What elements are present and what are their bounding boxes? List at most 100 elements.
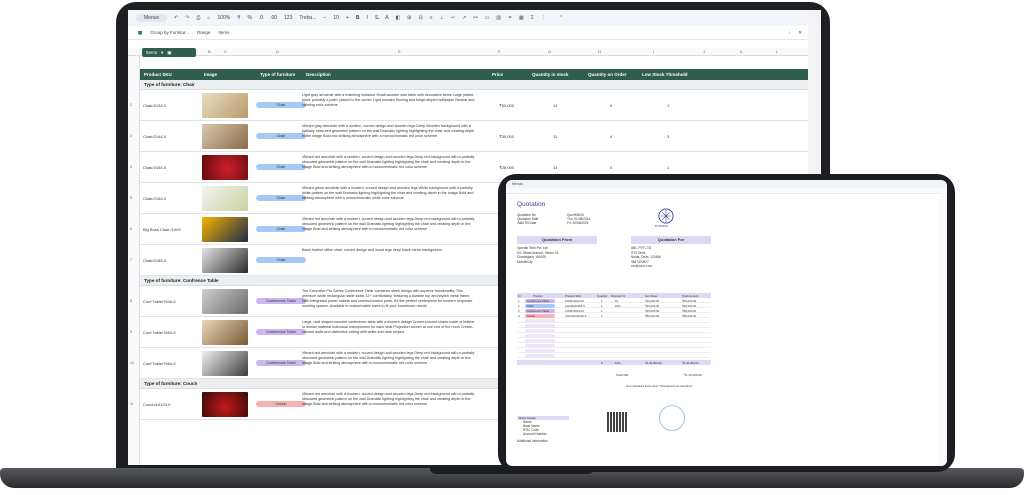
product-chip[interactable] xyxy=(525,343,555,348)
decrease-decimal-button[interactable]: .0 xyxy=(259,15,263,21)
increase-decimal-button[interactable]: .00 xyxy=(270,15,277,21)
product-chip[interactable] xyxy=(525,353,555,358)
tablet-menus[interactable]: Menus xyxy=(512,182,523,186)
col-b[interactable]: B xyxy=(208,49,211,54)
paint-format-icon[interactable]: ⌂ xyxy=(207,15,210,21)
group-more-icon[interactable]: ⋮ xyxy=(788,30,793,36)
zoom-select[interactable]: 100% xyxy=(217,15,230,21)
product-chip[interactable] xyxy=(525,328,555,333)
header-price[interactable]: Price xyxy=(492,72,503,77)
header-sku[interactable]: Product SKU xyxy=(144,72,172,77)
header-low-stock[interactable]: Low Stock Threshold xyxy=(642,72,688,77)
product-chip[interactable] xyxy=(525,318,555,323)
comment-icon[interactable]: ▭ xyxy=(485,15,490,21)
font-size-input[interactable]: 10 xyxy=(333,15,339,21)
stock-cell[interactable]: 14 xyxy=(553,103,557,108)
col-l[interactable]: L xyxy=(776,49,778,54)
col-j[interactable]: J xyxy=(703,49,705,54)
sku-cell[interactable]: Conf Table/766/LX xyxy=(143,361,176,366)
low-stock-cell[interactable]: 1 xyxy=(667,165,669,170)
text-color-button[interactable]: A xyxy=(385,15,388,21)
type-chip[interactable]: Couch xyxy=(256,401,306,407)
strikethrough-button[interactable]: S̶ xyxy=(375,15,378,21)
for-line[interactable]: xxx@xxxx.com xyxy=(631,264,661,269)
font-size-plus[interactable]: + xyxy=(346,15,349,21)
col-g[interactable]: G xyxy=(548,49,551,54)
type-chip[interactable]: Chair xyxy=(256,257,306,263)
filter-views-icon[interactable]: ▦ xyxy=(519,15,524,21)
description-cell[interactable]: Vibrant red armchair with a modern, curv… xyxy=(302,392,477,418)
type-chip[interactable]: Conference Table xyxy=(256,298,306,304)
group-view-label[interactable]: Group by Furnitur... xyxy=(150,30,189,35)
fill-color-icon[interactable]: ◧ xyxy=(396,15,401,21)
sku-cell[interactable]: Conf Table/765/LX xyxy=(143,330,176,335)
order-cell[interactable]: 0 xyxy=(610,103,612,108)
header-image[interactable]: Image xyxy=(204,72,217,77)
items-table-tab[interactable]: Items ▾ ▣ xyxy=(142,48,196,57)
description-cell[interactable]: Black leather office chair, curved desig… xyxy=(302,248,477,274)
redo-icon[interactable]: ↷ xyxy=(185,15,189,21)
rotate-icon[interactable]: ↗ xyxy=(462,15,466,21)
price-cell[interactable]: ₹50,000 xyxy=(484,103,514,108)
description-cell[interactable]: Vibrant red armchair with a modern, curv… xyxy=(302,155,477,181)
price-cell[interactable]: ₹30,000 xyxy=(484,134,514,139)
header-order[interactable]: Quantity on Order xyxy=(588,72,627,77)
filter-icon[interactable]: ⏷ xyxy=(508,15,512,21)
product-chip[interactable] xyxy=(525,338,555,343)
sku-cell[interactable]: Chair/214/LX xyxy=(143,134,166,139)
sku-cell[interactable]: Chair/218/LX xyxy=(143,258,166,263)
type-chip[interactable]: Conference Table xyxy=(256,360,306,366)
product-chip[interactable] xyxy=(525,333,555,338)
valign-icon[interactable]: ⊥ xyxy=(440,15,444,21)
sku-cell[interactable]: Chair/215/LX xyxy=(143,165,166,170)
stock-cell[interactable]: 14 xyxy=(553,165,557,170)
type-chip[interactable]: Chair xyxy=(256,164,306,170)
menus-search[interactable]: Menus xyxy=(136,14,168,22)
align-icon[interactable]: ≡ xyxy=(430,15,433,21)
description-cell[interactable]: The Executive Pro Series Conference Tabl… xyxy=(302,289,477,315)
bold-button[interactable]: B xyxy=(356,15,360,21)
low-stock-cell[interactable]: 3 xyxy=(667,134,669,139)
percent-button[interactable]: % xyxy=(247,15,251,21)
sku-cell[interactable]: Couch/1012/LX xyxy=(143,402,171,407)
merge-icon[interactable]: ⊟ xyxy=(418,15,422,21)
description-cell[interactable]: Vibrant red armchair with a modern, curv… xyxy=(302,351,477,377)
meta-value[interactable]: Fri, 30/08/2024 xyxy=(567,221,637,225)
bank-line[interactable]: Account Number xyxy=(523,432,569,436)
stock-cell[interactable]: 11 xyxy=(553,134,557,139)
description-cell[interactable]: Light gray armchair with a matching foot… xyxy=(302,93,477,119)
order-cell[interactable]: 0 xyxy=(610,165,612,170)
col-d[interactable]: D xyxy=(276,49,279,54)
price-cell[interactable]: ₹28,000 xyxy=(484,165,514,170)
collapse-toolbar-icon[interactable]: ⌃ xyxy=(559,15,563,21)
header-stock[interactable]: Quantity in stock xyxy=(532,72,569,77)
table-options-icon[interactable]: ▣ xyxy=(167,50,171,56)
quote-row-empty[interactable] xyxy=(517,353,711,358)
header-description[interactable]: Description xyxy=(306,72,331,77)
col-i[interactable]: I xyxy=(653,49,654,54)
col-k[interactable]: K xyxy=(740,49,743,54)
font-select[interactable]: Trebu... xyxy=(299,15,316,21)
col-h[interactable]: H xyxy=(598,49,601,54)
type-chip[interactable]: Chair xyxy=(256,133,306,139)
chart-icon[interactable]: ▥ xyxy=(496,15,501,21)
table-row[interactable]: 2 Chair/213/LX Chair Light gray armchair… xyxy=(130,90,810,121)
sku-cell[interactable]: Conf Table/764/LX xyxy=(143,299,176,304)
description-cell[interactable]: Large, oval shaped wooden conference tab… xyxy=(302,320,477,346)
type-chip[interactable]: Conference Table xyxy=(256,329,306,335)
sku-cell[interactable]: Chair/213/LX xyxy=(143,103,166,108)
from-line[interactable]: Mohali/City xyxy=(517,260,558,265)
low-stock-cell[interactable]: 1 xyxy=(667,103,669,108)
description-cell[interactable]: Vibrant green armchair with a modern, cu… xyxy=(302,186,477,212)
undo-icon[interactable]: ↶ xyxy=(174,15,178,21)
type-chip[interactable]: Chair xyxy=(256,226,306,232)
sku-cell[interactable]: Chair/216/LX xyxy=(143,196,166,201)
table-menu-icon[interactable]: ▾ xyxy=(161,50,163,56)
product-chip[interactable] xyxy=(525,348,555,353)
sku-cell[interactable]: Big Boss Chair /1009 xyxy=(143,227,181,232)
more-options-icon[interactable]: ⋮ xyxy=(541,15,546,21)
description-cell[interactable]: Vibrant red armchair with a modern, curv… xyxy=(302,217,477,243)
italic-button[interactable]: I xyxy=(366,15,367,21)
print-icon[interactable]: ⎙ xyxy=(196,15,200,21)
group-close-icon[interactable]: ✕ xyxy=(798,30,802,36)
